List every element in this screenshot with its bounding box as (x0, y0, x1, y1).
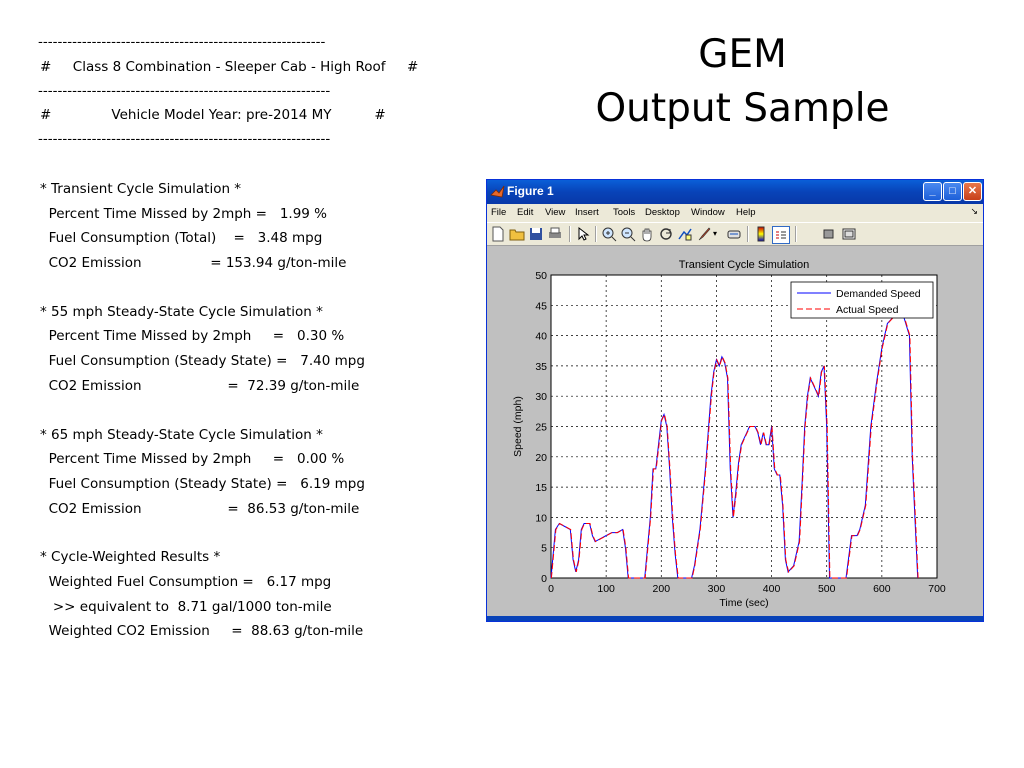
y-tick-label: 30 (535, 391, 547, 403)
window-bottom-border (487, 616, 983, 621)
report-line: Percent Time Missed by 2mph = 0.30 % (40, 328, 345, 344)
toolbar-separator (569, 226, 571, 242)
y-tick-label: 5 (541, 543, 547, 555)
figure-window: Figure 1 _ □ ✕ File Edit View Insert Too… (486, 179, 984, 622)
menu-window[interactable]: Window (691, 207, 725, 218)
y-tick-label: 25 (535, 422, 547, 434)
report-divider: ----------------------------------------… (38, 34, 326, 50)
x-tick-label: 700 (928, 583, 946, 595)
data-cursor-icon[interactable] (677, 226, 693, 242)
close-button[interactable]: ✕ (963, 182, 982, 201)
chart-title: Transient Cycle Simulation (679, 259, 809, 271)
axes-background (550, 274, 938, 579)
window-titlebar[interactable]: Figure 1 _ □ ✕ (487, 180, 983, 204)
y-tick-label: 45 (535, 300, 547, 312)
x-axis-label: Time (sec) (719, 597, 768, 609)
menu-tools[interactable]: Tools (613, 207, 635, 218)
open-folder-icon[interactable] (509, 226, 525, 242)
report-line: CO2 Emission = 153.94 g/ton-mile (40, 255, 347, 271)
legend-actual-label: Actual Speed (836, 304, 899, 316)
report-line: Percent Time Missed by 2mph = 0.00 % (40, 451, 345, 467)
hide-plot-tools-icon[interactable] (821, 226, 837, 242)
toolbar-separator (747, 226, 749, 242)
report-line: >> equivalent to 8.71 gal/1000 ton-mile (40, 599, 332, 615)
x-tick-label: 100 (597, 583, 615, 595)
x-tick-label: 0 (548, 583, 554, 595)
y-tick-label: 50 (535, 270, 547, 282)
brush-icon[interactable] (696, 226, 712, 242)
y-tick-label: 20 (535, 452, 547, 464)
y-tick-label: 40 (535, 331, 547, 343)
x-tick-label: 500 (818, 583, 836, 595)
gem-report-text: ----------------------------------------… (0, 0, 470, 700)
legend-demanded-label: Demanded Speed (836, 288, 921, 300)
save-icon[interactable] (528, 226, 544, 242)
y-tick-label: 10 (535, 512, 547, 524)
y-tick-label: 35 (535, 361, 547, 373)
report-line: Fuel Consumption (Total) = 3.48 mpg (40, 230, 323, 246)
new-file-icon[interactable] (490, 226, 506, 242)
menu-edit[interactable]: Edit (517, 207, 533, 218)
report-section-heading: * Cycle-Weighted Results * (40, 549, 221, 565)
x-tick-label: 200 (653, 583, 671, 595)
menu-chevron-icon[interactable]: ↘ (970, 206, 978, 217)
report-vehicle-class: # Class 8 Combination - Sleeper Cab - Hi… (40, 59, 419, 75)
minimize-button[interactable]: _ (923, 182, 942, 201)
menu-view[interactable]: View (545, 207, 565, 218)
report-divider: ----------------------------------------… (38, 83, 331, 99)
report-section-heading: * 65 mph Steady-State Cycle Simulation * (40, 427, 323, 443)
pointer-arrow-icon[interactable] (575, 226, 591, 242)
toolbar-separator (595, 226, 597, 242)
report-line: Weighted CO2 Emission = 88.63 g/ton-mile (40, 623, 364, 639)
slide-title-line1: GEM (698, 32, 787, 77)
menu-file[interactable]: File (491, 207, 506, 218)
x-tick-label: 400 (763, 583, 781, 595)
y-axis-label: Speed (mph) (512, 396, 524, 457)
x-tick-label: 300 (708, 583, 726, 595)
window-title: Figure 1 (507, 184, 554, 198)
report-line: Weighted Fuel Consumption = 6.17 mpg (40, 574, 332, 590)
toolbar-separator (795, 226, 797, 242)
menu-desktop[interactable]: Desktop (645, 207, 680, 218)
legend-icon[interactable] (772, 226, 790, 244)
menu-bar: File Edit View Insert Tools Desktop Wind… (487, 204, 983, 222)
report-section-heading: * Transient Cycle Simulation * (40, 181, 242, 197)
report-line: Percent Time Missed by 2mph = 1.99 % (40, 206, 328, 222)
show-plot-tools-icon[interactable] (841, 226, 857, 242)
zoom-in-icon[interactable] (601, 226, 617, 242)
figure-toolbar: ▾ (487, 222, 983, 246)
report-line: Fuel Consumption (Steady State) = 6.19 m… (40, 476, 365, 492)
print-icon[interactable] (547, 226, 563, 242)
maximize-button[interactable]: □ (943, 182, 962, 201)
y-tick-label: 15 (535, 482, 547, 494)
report-line: CO2 Emission = 72.39 g/ton-mile (40, 378, 360, 394)
chart-legend[interactable]: Demanded Speed Actual Speed (790, 281, 934, 319)
menu-help[interactable]: Help (736, 207, 756, 218)
report-model-year: # Vehicle Model Year: pre-2014 MY # (40, 107, 386, 123)
y-tick-label: 0 (541, 573, 547, 585)
menu-insert[interactable]: Insert (575, 207, 599, 218)
report-section-heading: * 55 mph Steady-State Cycle Simulation * (40, 304, 323, 320)
report-line: Fuel Consumption (Steady State) = 7.40 m… (40, 353, 365, 369)
colorbar-icon[interactable] (753, 226, 769, 242)
report-divider: ----------------------------------------… (38, 131, 331, 147)
pan-hand-icon[interactable] (639, 226, 655, 242)
link-icon[interactable] (726, 226, 742, 242)
slide-title: GEM Output Sample (540, 28, 945, 136)
x-tick-label: 600 (873, 583, 891, 595)
rotate-3d-icon[interactable] (658, 226, 674, 242)
zoom-out-icon[interactable] (620, 226, 636, 242)
plot-area[interactable]: 0 100 200 300 400 500 600 700 0 5 10 15 20 25 30 35 40 45… (487, 246, 983, 616)
slide-title-line2: Output Sample (595, 86, 890, 131)
report-line: CO2 Emission = 86.53 g/ton-mile (40, 501, 360, 517)
matlab-logo-icon (490, 185, 505, 198)
